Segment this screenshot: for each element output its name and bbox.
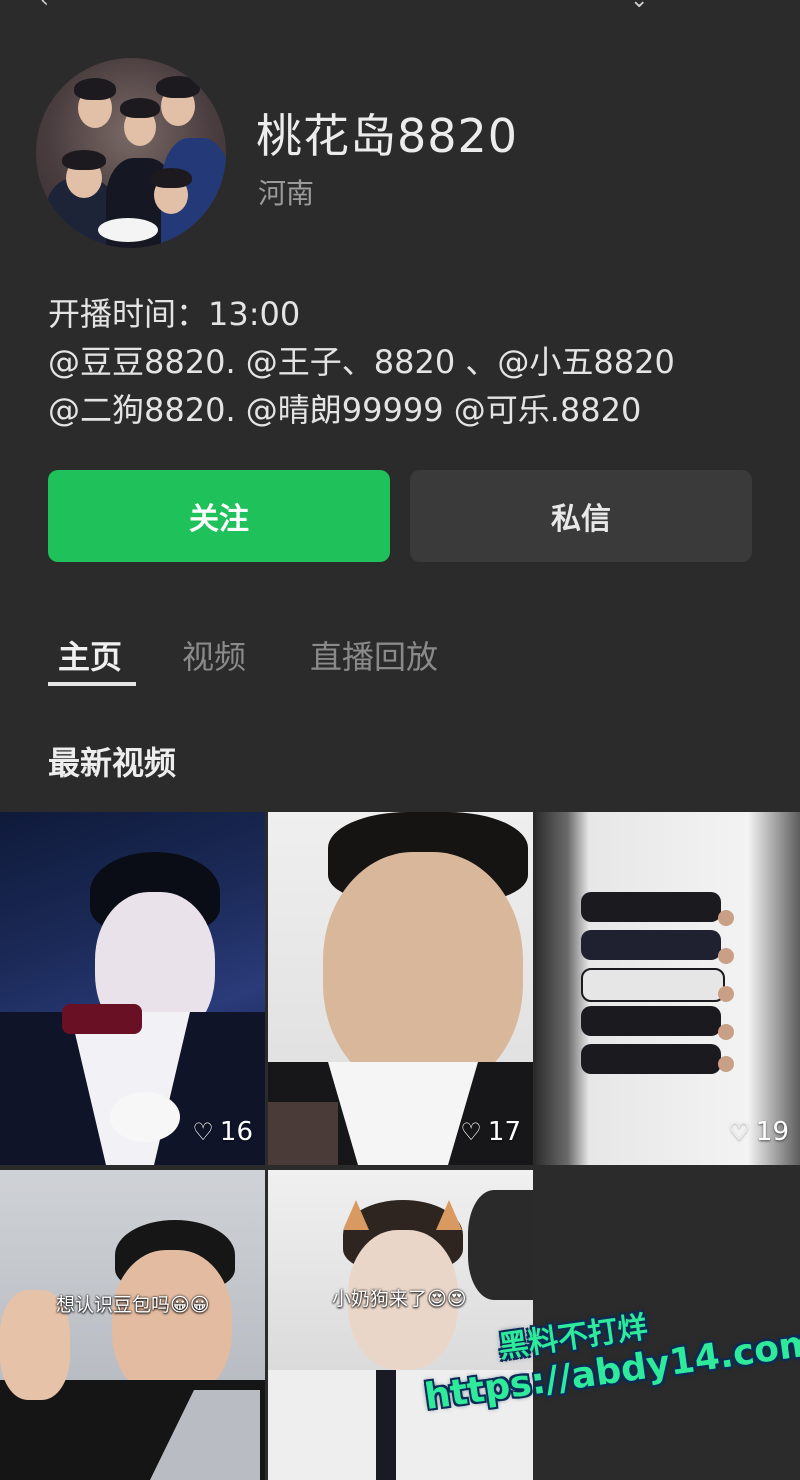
video-thumbnail[interactable]: ♡ 16 bbox=[0, 812, 265, 1165]
message-button[interactable]: 私信 bbox=[410, 470, 752, 562]
tab-videos[interactable]: 视频 bbox=[182, 632, 246, 678]
heart-icon: ♡ bbox=[728, 1118, 750, 1146]
profile-name: 桃花岛8820 bbox=[256, 109, 519, 163]
avatar[interactable] bbox=[36, 58, 226, 248]
like-count: ♡ 16 bbox=[192, 1117, 253, 1147]
top-bar: ‹ ⌄ bbox=[0, 0, 800, 14]
video-caption: 想认识豆包吗😀😀 bbox=[56, 1294, 210, 1316]
chevron-left-icon[interactable]: ‹ bbox=[40, 0, 49, 13]
profile-bio: 开播时间：13:00 @豆豆8820. @王子、8820 、@小五8820 @二… bbox=[48, 290, 768, 434]
section-title: 最新视频 bbox=[48, 744, 177, 782]
video-thumbnail[interactable]: 想认识豆包吗😀😀 bbox=[0, 1170, 265, 1480]
tab-live-replay[interactable]: 直播回放 bbox=[310, 632, 438, 678]
like-count: ♡ 17 bbox=[460, 1117, 521, 1147]
like-count: ♡ 19 bbox=[728, 1117, 789, 1147]
tab-home[interactable]: 主页 bbox=[58, 632, 122, 678]
follow-button[interactable]: 关注 bbox=[48, 470, 390, 562]
heart-icon: ♡ bbox=[460, 1118, 482, 1146]
video-caption: 小奶狗来了😍😍 bbox=[332, 1288, 467, 1310]
active-tab-indicator bbox=[48, 682, 136, 686]
heart-icon: ♡ bbox=[192, 1118, 214, 1146]
bio-line: 开播时间：13:00 bbox=[48, 295, 301, 333]
video-thumbnail[interactable]: ♡ 17 bbox=[268, 812, 533, 1165]
like-count-value: 16 bbox=[219, 1117, 253, 1147]
more-icon[interactable]: ⌄ bbox=[630, 0, 648, 13]
like-count-value: 17 bbox=[487, 1117, 521, 1147]
bio-line[interactable]: @二狗8820. @晴朗99999 @可乐.8820 bbox=[48, 386, 768, 434]
profile-location: 河南 bbox=[258, 177, 315, 210]
like-count-value: 19 bbox=[755, 1117, 789, 1147]
video-thumbnail[interactable]: ♡ 19 bbox=[536, 812, 800, 1165]
bio-line[interactable]: @豆豆8820. @王子、8820 、@小五8820 bbox=[48, 338, 768, 386]
